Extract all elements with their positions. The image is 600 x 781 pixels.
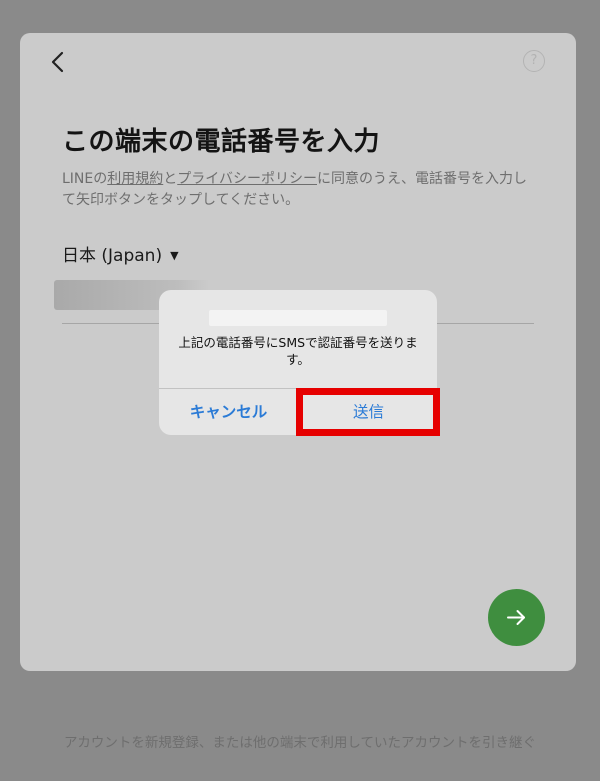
help-icon: ? xyxy=(530,53,538,68)
terms-link[interactable]: 利用規約 xyxy=(107,171,163,187)
help-button[interactable]: ? xyxy=(523,50,545,72)
dialog-title-redacted xyxy=(209,310,387,326)
country-label: 日本 (Japan) xyxy=(62,246,163,266)
caret-down-icon: ▼ xyxy=(170,249,179,262)
arrow-right-icon xyxy=(507,610,525,625)
privacy-policy-link[interactable]: プライバシーポリシー xyxy=(177,171,317,187)
chevron-left-icon xyxy=(51,51,64,73)
next-arrow-button[interactable] xyxy=(488,589,545,646)
terms-description: LINEの利用規約とプライバシーポリシーに同意のうえ、電話番号を入力して矢印ボタ… xyxy=(62,171,527,208)
page-title: この端末の電話番号を入力 xyxy=(62,127,381,157)
back-button[interactable] xyxy=(46,49,72,75)
country-selector[interactable]: 日本 (Japan) ▼ xyxy=(62,241,179,266)
send-button[interactable]: 送信 xyxy=(299,389,437,435)
dialog-message: 上記の電話番号にSMSで認証番号を送ります。 xyxy=(178,335,418,367)
register-or-transfer-link[interactable]: アカウントを新規登録、または他の端末で利用していたアカウントを引き継ぐ xyxy=(0,731,600,751)
sms-confirm-dialog: 上記の電話番号にSMSで認証番号を送ります。 キャンセル 送信 xyxy=(159,290,437,435)
cancel-button[interactable]: キャンセル xyxy=(159,389,298,435)
